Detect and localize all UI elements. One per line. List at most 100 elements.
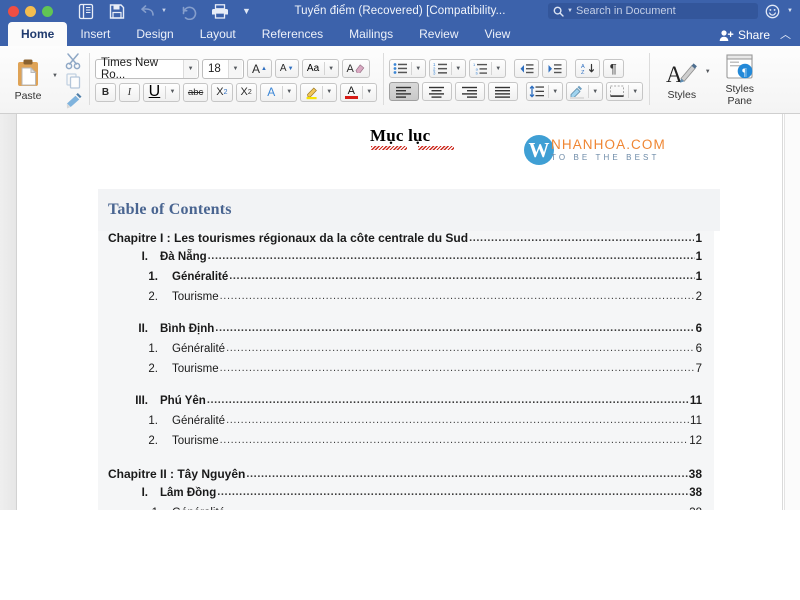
tab-mailings[interactable]: Mailings [336,22,406,46]
shading-button[interactable]: ▼ [565,82,603,101]
paste-button[interactable]: Paste [6,59,50,102]
show-formatting-marks-button[interactable]: ¶ [602,59,624,78]
toc-entry[interactable]: II. Bình Định............................… [98,322,714,343]
toc-entry[interactable]: 1. Généralité............................… [98,414,714,435]
shading-arrow[interactable]: ▼ [589,89,602,95]
collapse-ribbon-icon[interactable]: ︿ [780,29,791,41]
font-size-dropdown-arrow[interactable]: ▼ [227,59,242,78]
document-page[interactable]: Mục lục W NHANHOA.COM TO BE THE BEST Tab… [18,114,783,510]
strikethrough-button[interactable]: abc [182,82,209,102]
borders-button[interactable]: ▼ [605,82,643,101]
styles-pane-button[interactable]: ¶ Styles Pane [717,53,763,107]
line-spacing-button[interactable]: ▼ [525,82,563,101]
toc-entry[interactable]: 1. Généralité............................… [98,270,714,291]
toc-entry-text: Généralité [172,271,229,283]
toc-entry[interactable]: I. Lâm Đồng..............................… [98,486,714,507]
underline-button[interactable]: U ▼ [142,82,180,102]
strikethrough-label: abc [187,86,204,98]
tab-view[interactable]: View [472,22,524,46]
tab-review[interactable]: Review [406,22,471,46]
multilevel-list-button[interactable]: 1 a b ▼ [468,59,506,78]
new-document-icon[interactable] [77,3,95,20]
close-window-button[interactable] [8,5,19,17]
search-input[interactable]: ▼ Search in Document [548,3,759,19]
toc-entry-page: 12 [689,435,702,447]
clipboard-icon [18,59,38,86]
ribbon-group-font: Times New Ro... ▼ 18 ▼ A ▲ A ▼ Aa ▼ A B … [88,46,383,114]
toc-entry[interactable]: 2. Tourisme..............................… [98,290,714,311]
shrink-font-button[interactable]: A ▼ [274,59,299,78]
account-dropdown-arrow[interactable]: ▼ [787,8,793,14]
italic-button[interactable]: I [118,82,140,102]
format-painter-icon[interactable] [64,92,83,109]
multilevel-list-arrow[interactable]: ▼ [492,66,505,72]
tab-layout[interactable]: Layout [187,22,249,46]
font-name-input[interactable]: Times New Ro... ▼ [94,57,199,81]
numbered-list-icon: 1 2 3 [433,62,447,75]
align-right-button[interactable] [454,82,485,101]
redo-icon[interactable] [180,3,198,20]
smiley-face-icon[interactable] [765,4,780,19]
align-center-button[interactable] [421,82,452,101]
tab-references[interactable]: References [249,22,336,46]
toc-entry[interactable]: 2. Tourisme..............................… [98,362,714,383]
tab-home[interactable]: Home [8,22,68,46]
text-effects-arrow[interactable]: ▼ [283,89,296,95]
undo-icon[interactable] [139,3,157,20]
toc-entry[interactable]: I. Đà Nẵng...............................… [98,250,714,271]
highlight-button[interactable]: ▼ [299,82,337,102]
clear-formatting-button[interactable]: A [341,59,370,78]
line-spacing-arrow[interactable]: ▼ [549,89,562,95]
subscript-button[interactable]: X2 [211,82,233,102]
zoom-window-button[interactable] [42,5,53,17]
vertical-scrollbar[interactable] [784,114,800,510]
highlight-arrow[interactable]: ▼ [323,89,336,95]
save-icon[interactable] [108,3,126,20]
sort-button[interactable]: A Z [574,59,600,78]
numbering-button[interactable]: 1 2 3 ▼ [428,59,466,78]
tab-insert[interactable]: Insert [67,22,123,46]
toc-entry[interactable]: Chapitre II : Tây Nguyên................… [98,467,714,487]
toc-entry[interactable]: III. Phú Yên.............................… [98,394,714,415]
text-effects-button[interactable]: A ▼ [259,82,297,102]
search-scope-chevron-icon[interactable]: ▼ [567,8,573,14]
nhanhoa-logo: W NHANHOA.COM TO BE THE BEST [524,135,666,165]
grow-font-button[interactable]: A ▲ [246,59,272,78]
paste-dropdown-arrow[interactable]: ▼ [52,73,58,79]
toc-entry[interactable]: 1 Généralité.............................… [98,506,714,510]
styles-button[interactable]: A Styles [659,59,705,101]
toc-entry[interactable]: 2. Tourisme..............................… [98,434,714,455]
decrease-indent-icon [520,63,534,73]
pilcrow-icon: ¶ [609,61,617,76]
borders-arrow[interactable]: ▼ [629,89,642,95]
scissors-icon[interactable] [64,52,83,70]
numbering-arrow[interactable]: ▼ [452,66,465,72]
share-button[interactable]: Share [719,28,770,42]
styles-dropdown-arrow[interactable]: ▼ [705,69,711,75]
tab-design[interactable]: Design [123,22,186,46]
underline-arrow[interactable]: ▼ [166,89,179,95]
print-icon[interactable] [211,3,229,20]
change-case-arrow[interactable]: ▼ [325,66,338,72]
customize-toolbar-arrow[interactable]: ▼ [242,6,251,16]
bullets-button[interactable]: ▼ [388,59,426,78]
font-size-value: 18 [207,62,221,75]
font-name-dropdown-arrow[interactable]: ▼ [183,59,197,78]
bullets-arrow[interactable]: ▼ [412,66,425,72]
toc-entry[interactable]: 1. Généralité............................… [98,342,714,363]
decrease-indent-button[interactable] [513,59,539,78]
toc-entry[interactable]: Chapitre I : Les tourismes régionaux da … [98,231,714,251]
font-size-input[interactable]: 18 ▼ [201,58,244,79]
change-case-button[interactable]: Aa ▼ [301,59,339,78]
superscript-button[interactable]: X2 [235,82,257,102]
minimize-window-button[interactable] [25,5,36,17]
font-color-arrow[interactable]: ▼ [363,89,376,95]
copy-icon[interactable] [64,72,83,90]
font-color-button[interactable]: A ▼ [339,82,377,102]
undo-dropdown-arrow[interactable]: ▼ [161,8,167,14]
bold-button[interactable]: B [94,82,116,102]
justify-button[interactable] [487,82,518,101]
align-left-button[interactable] [388,82,419,101]
increase-indent-button[interactable] [541,59,567,78]
toc-entry-text: Chapitre I : Les tourismes régionaux da … [108,231,469,245]
